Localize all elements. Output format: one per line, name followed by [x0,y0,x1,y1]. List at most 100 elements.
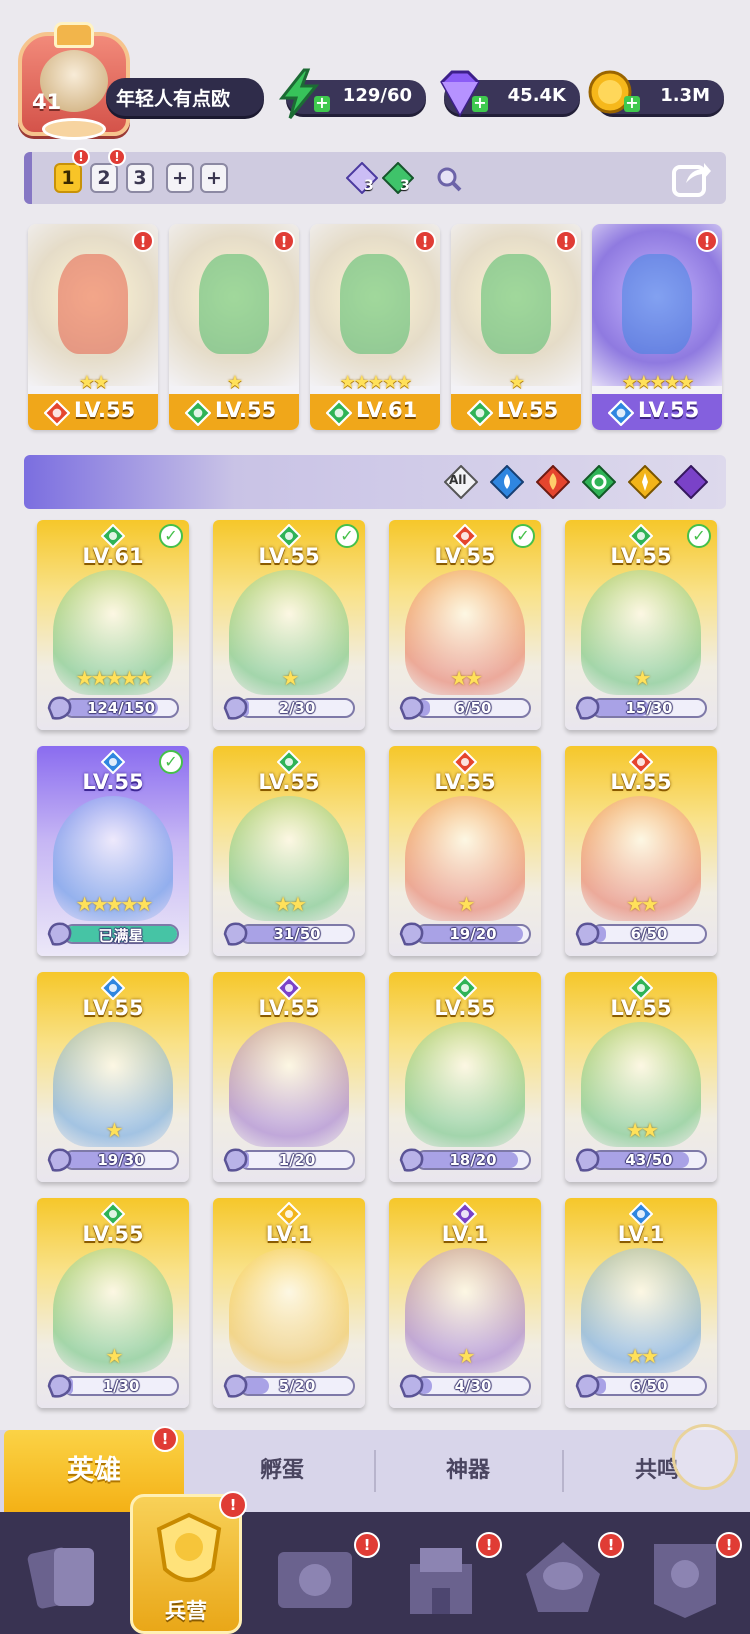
shard-progress-text: 1/30 [102,1377,140,1395]
fire-element-icon [43,399,71,427]
shard-progress-bar: 1/30 [63,1376,179,1396]
team-tab-3[interactable]: 3 [126,163,154,193]
hero-card[interactable]: LV.55 ✓ ★ 2/30 [213,520,365,730]
hero-card[interactable]: LV.55 ★★ 6/50 [565,746,717,956]
upgrade-ready-check-icon: ✓ [159,750,183,774]
share-icon[interactable] [672,159,712,197]
hero-level: LV.55 [82,770,144,794]
energy-add-icon[interactable]: + [314,95,330,112]
hero-stars: ★★★★★ [75,892,154,916]
nav-guild-alert-badge: ! [716,1532,742,1558]
hero-card[interactable]: LV.55 ★ 19/20 [389,746,541,956]
hero-stars: ★ [226,372,243,393]
nav-guild[interactable]: ! [640,1532,742,1624]
hero-stars: ★ [457,892,476,916]
hero-level: LV.1 [265,1222,313,1246]
hero-card[interactable]: LV.55 ✓ ★★★★★ 已满星 [37,746,189,956]
nav-cards[interactable] [20,1534,110,1624]
team-tab-2-alert-badge: ! [108,148,126,166]
lineup-hero-card[interactable]: ★ LV.55! [169,224,299,430]
filter-all-button[interactable]: All [443,464,479,500]
hero-card[interactable]: LV.55 ★ 1/30 [37,1198,189,1408]
hero-alert-badge: ! [696,230,718,252]
hero-level: LV.55 [258,770,320,794]
shard-progress-bar: 124/150 [63,698,179,718]
hero-card[interactable]: LV.1 ★ 4/30 [389,1198,541,1408]
hero-card[interactable]: LV.55 ✓ ★ 15/30 [565,520,717,730]
nav-mushroom-house[interactable]: ! [518,1532,624,1624]
water-element-icon [607,399,635,427]
filter-all-label: All [449,473,467,487]
hero-level: LV.55 [610,544,672,568]
lineup-hero-card[interactable]: ★★ LV.55! [28,224,158,430]
filter-light-icon[interactable] [628,465,662,499]
hero-shard-icon [47,922,72,946]
hero-level: LV.55 [82,1222,144,1246]
shard-progress-text: 6/50 [454,699,492,717]
shard-progress-bar: 19/20 [415,924,531,944]
bottom-nav: ! 兵营 ! ! ! ! [0,1491,750,1634]
player-name-plate[interactable]: 年轻人有点欧 [106,78,264,116]
shard-progress-text: 6/50 [630,1377,668,1395]
shard-progress-text: 124/150 [86,699,156,717]
nav-map-book[interactable]: ! [270,1532,380,1624]
hero-shard-icon [223,922,248,946]
hero-card[interactable]: LV.1 5/20 [213,1198,365,1408]
hero-stars: ★★★★★ [75,666,154,690]
hero-shard-icon [399,1148,424,1172]
filter-water-icon[interactable] [490,465,524,499]
filter-wind-icon[interactable] [582,465,616,499]
hero-level: LV.55 [258,996,320,1020]
green-rune-icon[interactable]: 3 [381,161,415,195]
filter-fire-icon[interactable] [536,465,570,499]
shard-progress-bar: 19/30 [63,1150,179,1170]
magnifier-icon[interactable] [436,166,462,192]
hero-card[interactable]: LV.55 1/20 [213,972,365,1182]
hero-card[interactable]: LV.55 ★★ 43/50 [565,972,717,1182]
team-add-button-2[interactable]: + [200,163,228,193]
gems-add-icon[interactable]: + [472,95,488,112]
hero-stars: ★★ [626,892,659,916]
purple-rune-icon[interactable]: 3 [345,161,379,195]
gold-add-icon[interactable]: + [624,95,640,112]
hero-shard-icon [399,1374,424,1398]
hero-card[interactable]: LV.55 ★ 19/30 [37,972,189,1182]
shard-progress-text: 5/20 [278,1377,316,1395]
floating-assist-button[interactable] [672,1424,738,1490]
lineup-hero-card[interactable]: ★ LV.55! [451,224,581,430]
hero-card[interactable]: LV.55 ★★ 31/50 [213,746,365,956]
shard-progress-bar: 6/50 [591,924,707,944]
team-tab-2[interactable]: 2 [90,163,118,193]
hero-alert-badge: ! [273,230,295,252]
lineup-hero-card[interactable]: ★★★★★ LV.55! [592,224,722,430]
hero-shard-icon [47,1374,72,1398]
nav-barracks[interactable]: ! 兵营 [130,1491,247,1634]
tab-heroes-alert-badge: ! [152,1426,178,1452]
shard-progress-text: 6/50 [630,925,668,943]
energy-resource[interactable]: + 129/60 [278,68,426,119]
barracks-icon [156,1512,222,1582]
hero-stars: ★★ [626,1344,659,1368]
hero-alert-badge: ! [132,230,154,252]
team-add-button-1[interactable]: + [166,163,194,193]
hero-card[interactable]: LV.61 ✓ ★★★★★ 124/150 [37,520,189,730]
nav-castle[interactable]: ! [396,1532,502,1624]
filter-dark-icon[interactable] [674,465,708,499]
energy-value: 129/60 [342,85,412,106]
hero-portrait [229,1022,349,1147]
gold-resource[interactable]: + 1.3M [588,70,724,114]
hero-card[interactable]: LV.1 ★★ 6/50 [565,1198,717,1408]
shard-progress-text: 2/30 [278,699,316,717]
hero-card[interactable]: LV.55 18/20 [389,972,541,1182]
wing-ornament-icon [42,118,106,140]
tab-artifacts[interactable]: 神器 [376,1430,560,1512]
lineup-hero-card[interactable]: ★★★★★ LV.61! [310,224,440,430]
gems-resource[interactable]: + 45.4K [440,70,580,118]
hero-card[interactable]: LV.55 ✓ ★★ 6/50 [389,520,541,730]
upgrade-ready-check-icon: ✓ [687,524,711,548]
team-tab-1[interactable]: 1 [54,163,82,193]
hero-shard-icon [399,696,424,720]
upgrade-ready-check-icon: ✓ [159,524,183,548]
shard-progress-bar: 5/20 [239,1376,355,1396]
gems-value: 45.4K [507,85,566,106]
